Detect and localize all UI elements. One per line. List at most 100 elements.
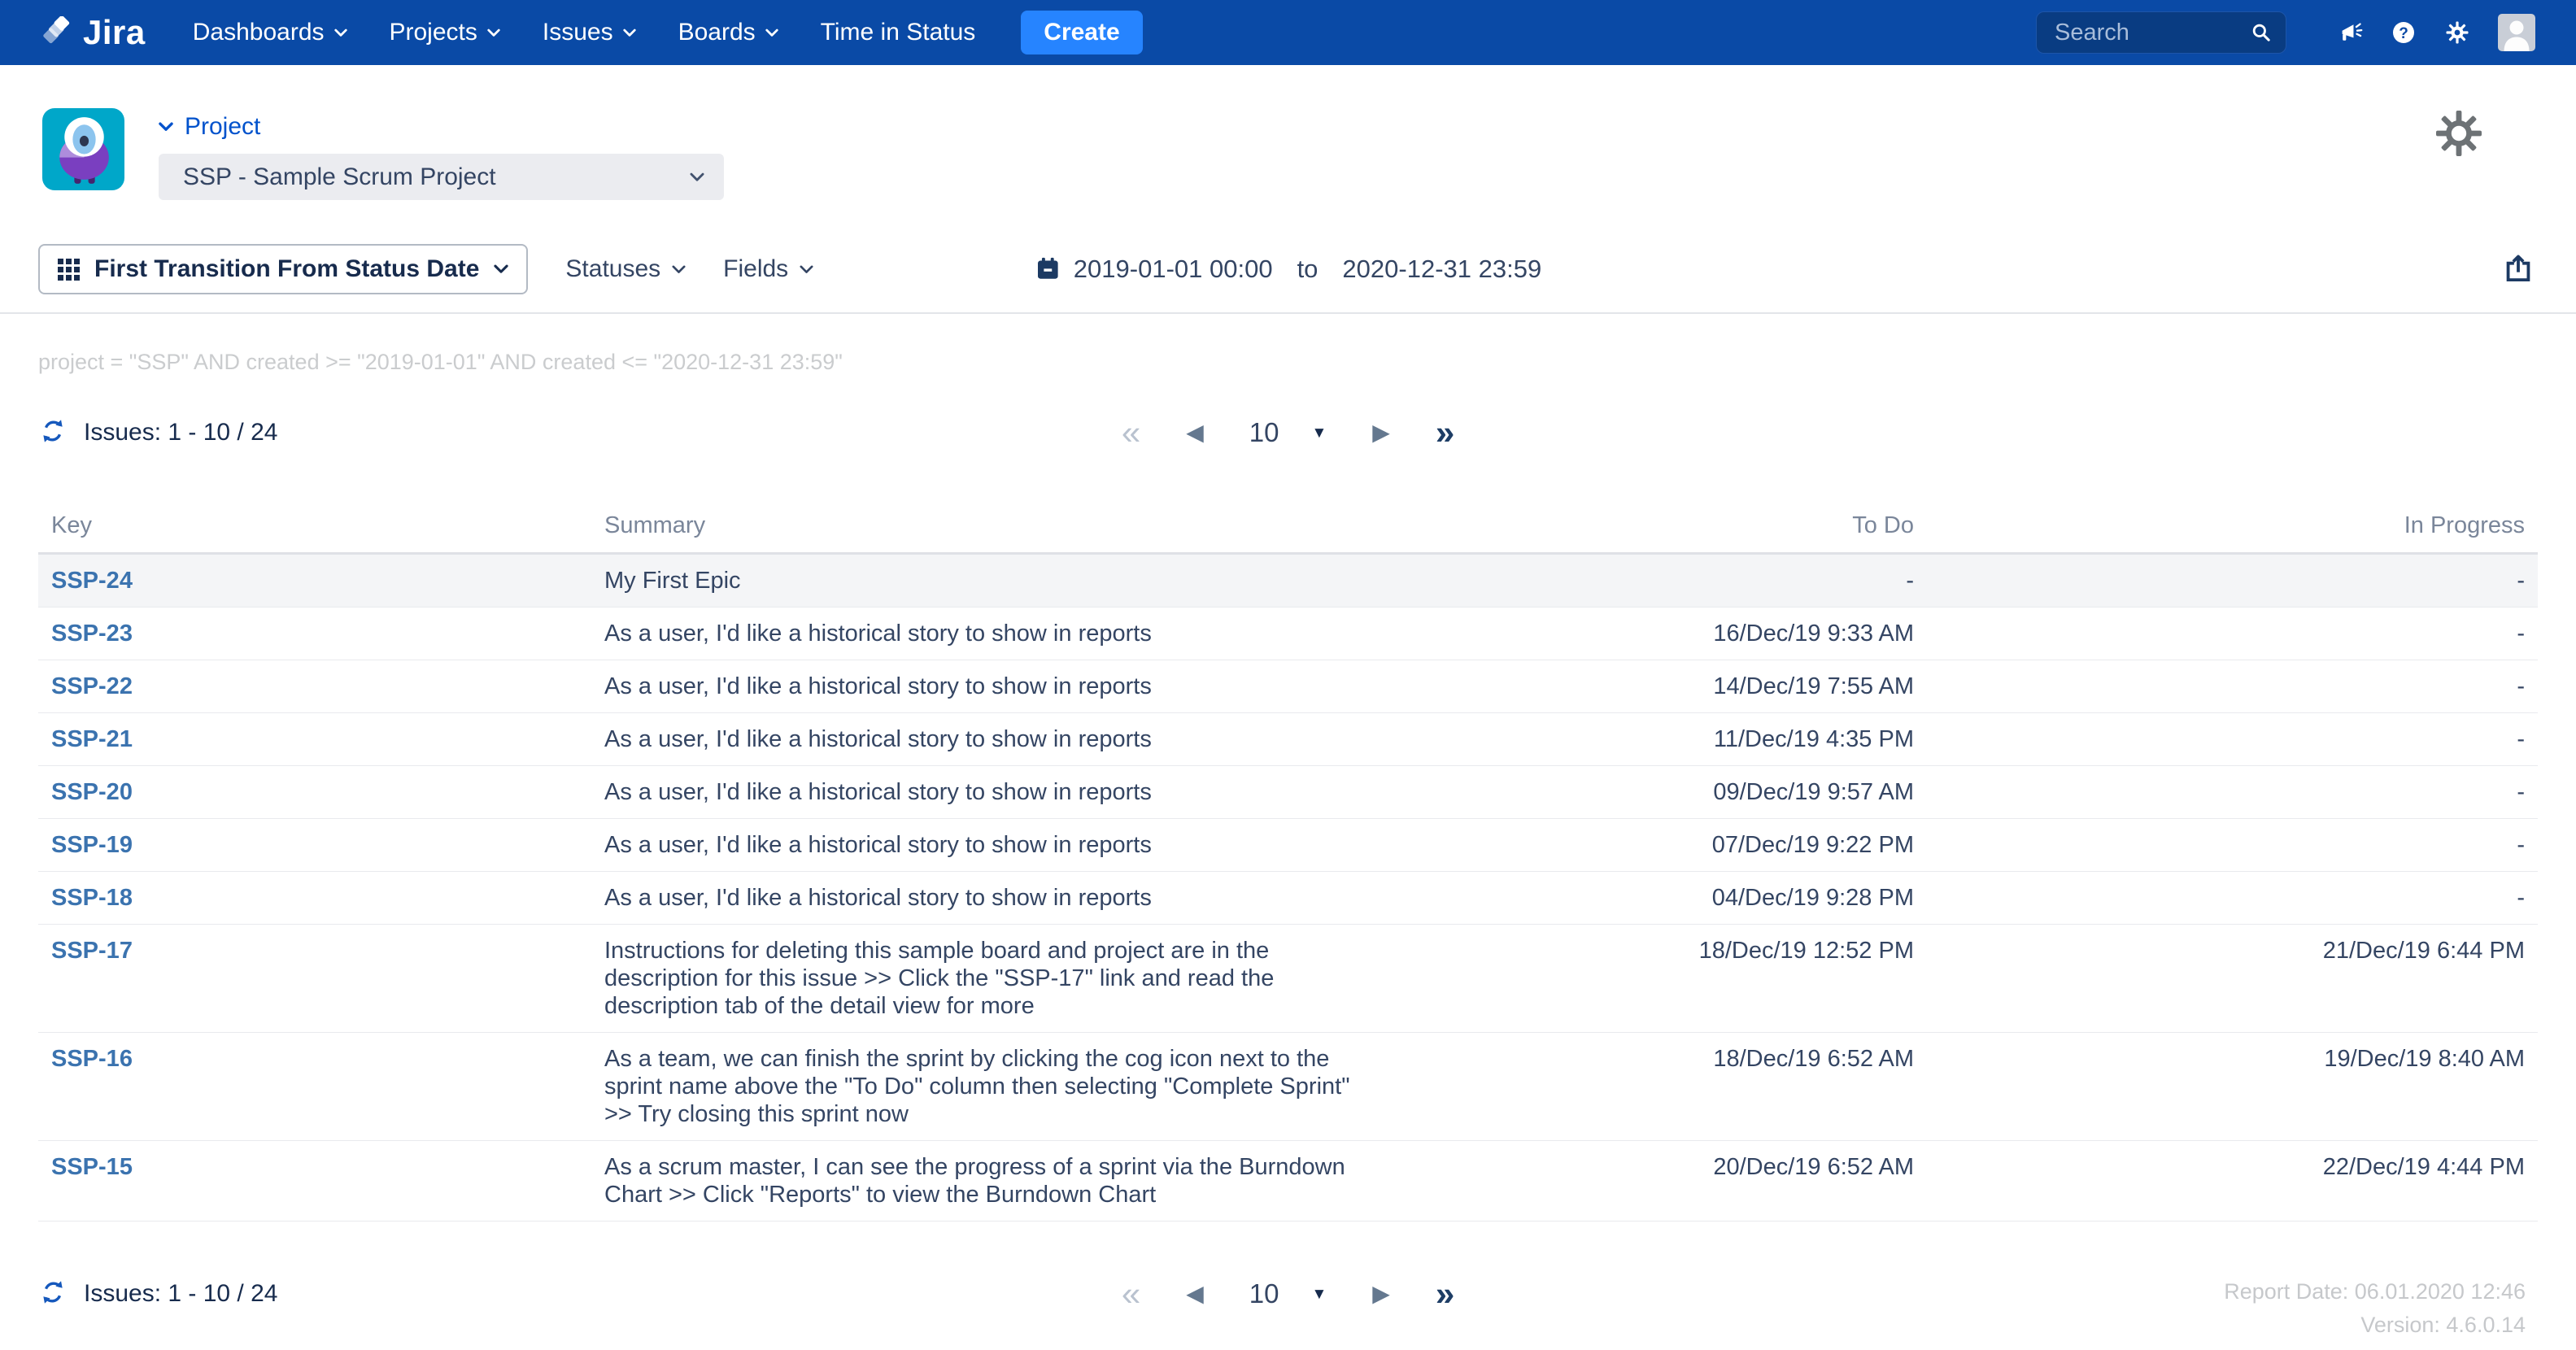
export-button[interactable] [2503, 254, 2534, 285]
chevron-down-icon [623, 28, 636, 37]
column-header-todo[interactable]: To Do [1377, 512, 1914, 539]
grid-icon [58, 259, 80, 281]
megaphone-icon[interactable] [2338, 20, 2363, 45]
pager-first-button[interactable]: « [1122, 1277, 1140, 1311]
table-row: SSP-20 As a user, I'd like a historical … [38, 765, 2538, 818]
issue-summary: As a scrum master, I can see the progres… [604, 1153, 1377, 1208]
user-avatar[interactable] [2498, 14, 2535, 51]
table-row: SSP-17 Instructions for deleting this sa… [38, 924, 2538, 1032]
issue-table-body: SSP-24 My First Epic - - SSP-23 As a use… [38, 555, 2538, 1222]
report-version: Version: 4.6.0.14 [2224, 1309, 2526, 1342]
date-to-word: to [1297, 255, 1319, 284]
pager-top: « ◀ 10 ▼ ▶ » [1122, 416, 1454, 450]
issue-key-link[interactable]: SSP-19 [38, 831, 604, 859]
issue-key-link[interactable]: SSP-15 [38, 1153, 604, 1181]
chevron-down-icon [159, 122, 173, 132]
issue-todo-date: 11/Dec/19 4:35 PM [1377, 725, 1914, 753]
page-size-select[interactable]: 10 ▼ [1249, 1278, 1327, 1309]
pager-first-button[interactable]: « [1122, 416, 1140, 450]
jira-logo[interactable]: Jira [42, 13, 146, 52]
column-header-summary[interactable]: Summary [604, 512, 1377, 539]
help-icon[interactable]: ? [2391, 20, 2417, 46]
issue-key-link[interactable]: SSP-20 [38, 778, 604, 806]
report-type-label: First Transition From Status Date [94, 255, 479, 283]
report-meta: Report Date: 06.01.2020 12:46 Version: 4… [2224, 1275, 2538, 1342]
issue-inprogress-date: - [1914, 778, 2538, 806]
issue-inprogress-date: - [1914, 673, 2538, 700]
statuses-dropdown[interactable]: Statuses [565, 255, 686, 283]
issue-table-header: Key Summary To Do In Progress [38, 499, 2538, 555]
page-size-select[interactable]: 10 ▼ [1249, 417, 1327, 448]
issue-todo-date: 09/Dec/19 9:57 AM [1377, 778, 1914, 806]
pager-next-button[interactable]: ▶ [1372, 1282, 1390, 1305]
issue-summary: As a user, I'd like a historical story t… [604, 884, 1377, 912]
column-header-inprogress[interactable]: In Progress [1914, 512, 2538, 539]
jql-query-text: project = "SSP" AND created >= "2019-01-… [38, 350, 2576, 375]
filter-row: First Transition From Status Date Status… [0, 244, 2576, 294]
issues-bar-bottom: Issues: 1 - 10 / 24 « ◀ 10 ▼ ▶ » Report … [0, 1275, 2576, 1342]
issue-key-link[interactable]: SSP-17 [38, 937, 604, 965]
search-input[interactable] [2053, 19, 2250, 47]
calendar-icon [1035, 256, 1061, 282]
issue-summary: As a user, I'd like a historical story t… [604, 673, 1377, 700]
date-to: 2020-12-31 23:59 [1342, 255, 1541, 284]
project-section-toggle[interactable]: Project [159, 113, 724, 141]
refresh-icon[interactable] [38, 1278, 68, 1311]
project-label: Project [185, 113, 260, 141]
pager-bottom: « ◀ 10 ▼ ▶ » [1122, 1275, 1454, 1313]
settings-gear-icon[interactable] [2444, 20, 2470, 46]
issue-key-link[interactable]: SSP-22 [38, 673, 604, 700]
table-row: SSP-21 As a user, I'd like a historical … [38, 712, 2538, 765]
refresh-icon[interactable] [38, 416, 68, 450]
nav-item-time-in-status[interactable]: Time in Status [821, 19, 976, 46]
issue-key-link[interactable]: SSP-18 [38, 884, 604, 912]
project-select[interactable]: SSP - Sample Scrum Project [159, 154, 724, 200]
issue-todo-date: 16/Dec/19 9:33 AM [1377, 620, 1914, 647]
nav-item-projects[interactable]: Projects [390, 19, 500, 46]
export-icon [2503, 254, 2534, 285]
issue-inprogress-date: - [1914, 567, 2538, 594]
issue-todo-date: 20/Dec/19 6:52 AM [1377, 1153, 1914, 1181]
report-type-dropdown[interactable]: First Transition From Status Date [38, 244, 528, 294]
issues-count-label: Issues: 1 - 10 / 24 [84, 1280, 277, 1308]
pager-prev-button[interactable]: ◀ [1186, 421, 1204, 444]
nav-item-issues[interactable]: Issues [543, 19, 636, 46]
issue-summary: As a team, we can finish the sprint by c… [604, 1045, 1377, 1128]
issue-key-link[interactable]: SSP-23 [38, 620, 604, 647]
column-header-key[interactable]: Key [38, 512, 604, 539]
pager-last-button[interactable]: » [1436, 1277, 1454, 1311]
report-settings-gear-icon[interactable] [2433, 107, 2485, 163]
pager-prev-button[interactable]: ◀ [1186, 1282, 1204, 1305]
search-icon[interactable] [2250, 21, 2273, 44]
nav-item-boards[interactable]: Boards [678, 19, 778, 46]
issue-todo-date: 14/Dec/19 7:55 AM [1377, 673, 1914, 700]
top-navbar: Jira Dashboards Projects Issues Boards T… [0, 0, 2576, 65]
chevron-down-icon [690, 172, 704, 182]
table-row: SSP-19 As a user, I'd like a historical … [38, 818, 2538, 871]
pager-last-button[interactable]: » [1436, 416, 1454, 450]
issue-table: Key Summary To Do In Progress SSP-24 My … [38, 499, 2538, 1222]
issue-key-link[interactable]: SSP-24 [38, 567, 604, 594]
issue-key-link[interactable]: SSP-21 [38, 725, 604, 753]
issue-inprogress-date: 21/Dec/19 6:44 PM [1914, 937, 2538, 965]
page-size-caret-icon: ▼ [1311, 425, 1327, 441]
project-header: Project SSP - Sample Scrum Project [0, 65, 2576, 200]
issues-count-group: Issues: 1 - 10 / 24 [38, 1275, 277, 1313]
fields-dropdown[interactable]: Fields [723, 255, 813, 283]
table-row: SSP-24 My First Epic - - [38, 555, 2538, 607]
nav-item-dashboards[interactable]: Dashboards [193, 19, 347, 46]
create-button[interactable]: Create [1021, 11, 1142, 54]
pager-next-button[interactable]: ▶ [1372, 421, 1390, 444]
issue-summary: Instructions for deleting this sample bo… [604, 937, 1377, 1020]
issue-inprogress-date: 22/Dec/19 4:44 PM [1914, 1153, 2538, 1181]
search-box[interactable] [2036, 11, 2286, 54]
date-range-picker[interactable]: 2019-01-01 00:00 to 2020-12-31 23:59 [1035, 255, 1541, 284]
table-row: SSP-16 As a team, we can finish the spri… [38, 1032, 2538, 1140]
jira-logo-icon [42, 16, 75, 49]
chevron-down-icon [800, 265, 813, 274]
issue-key-link[interactable]: SSP-16 [38, 1045, 604, 1073]
issue-todo-date: - [1377, 567, 1914, 594]
page-size-value: 10 [1249, 417, 1279, 448]
chevron-down-icon [494, 264, 508, 274]
project-meta: Project SSP - Sample Scrum Project [159, 108, 724, 200]
